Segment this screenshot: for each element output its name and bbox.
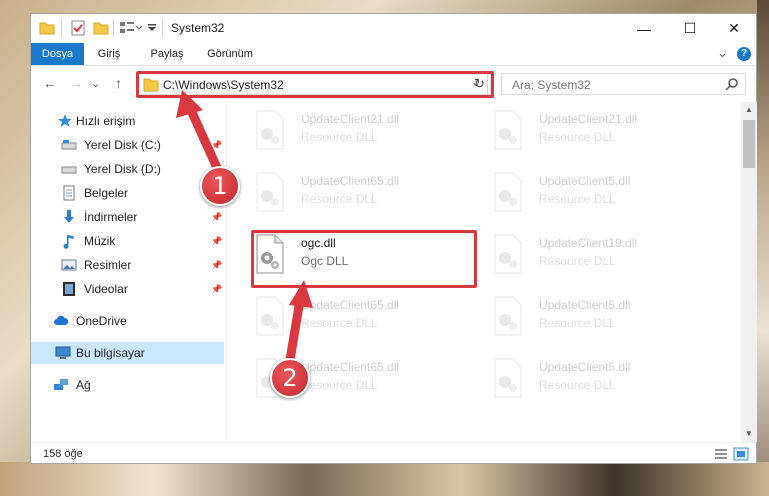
arrow-1-shaft — [185, 103, 223, 175]
arrow-2-shaft — [285, 295, 305, 365]
step-callout-1: 1 — [200, 166, 240, 206]
step-callout-2: 2 — [270, 358, 310, 398]
arrow-2-head-icon — [289, 280, 313, 308]
annotation-overlay — [176, 90, 313, 365]
arrow-1-head-icon — [176, 90, 203, 118]
